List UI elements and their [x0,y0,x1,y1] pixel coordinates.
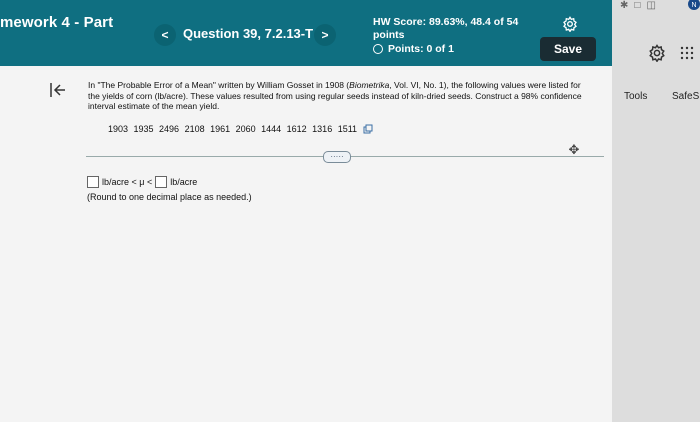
profile-avatar[interactable]: N [686,0,700,12]
lower-bound-input[interactable] [87,176,99,188]
assignment-title: mework 4 - Part [0,14,114,31]
rounding-note: (Round to one decimal place as needed.) [87,192,252,202]
sidebar-toggle-icon[interactable]: ◫ [646,0,655,11]
chevron-right-icon: > [321,28,329,42]
chevron-left-icon: < [161,28,169,42]
safes-label[interactable]: SafeS [672,91,699,102]
points-text: Points: 0 of 1 [388,43,454,55]
data-values: 1903 1935 2496 2108 1961 2060 1444 1612 … [108,124,358,134]
collapse-panel-button[interactable] [48,80,68,100]
tools-gear-icon[interactable] [648,44,666,62]
points-status: Points: 0 of 1 [373,43,454,55]
browser-toolbar-icons: ✱ □ ◫ [620,0,656,11]
answer-text-right: lb/acre [170,177,198,187]
copy-data-icon[interactable] [363,124,373,134]
avatar-letter: N [691,2,696,9]
question-label: Question 39, 7.2.13-T [183,26,314,41]
upper-bound-input[interactable] [155,176,168,188]
assignment-header: mework 4 - Part < Question 39, 7.2.13-T … [0,0,612,66]
answer-text-middle: lb/acre < μ < [102,177,153,187]
hw-score: HW Score: 89.63%, 48.4 of 54 points [373,16,519,41]
gear-icon [563,16,577,32]
window-icon[interactable]: □ [634,0,640,11]
previous-question-button[interactable]: < [154,24,176,46]
question-panel: In "The Probable Error of a Mean" writte… [0,66,612,422]
move-icon[interactable]: ✥ [567,142,581,157]
apps-grid-icon[interactable] [680,46,694,60]
browser-sidebar: ✱ □ ◫ [612,0,700,422]
prompt-journal: Biometrika [349,80,390,90]
prompt-text-1: In "The Probable Error of a Mean" writte… [88,80,350,90]
next-question-button[interactable]: > [314,24,336,46]
tools-label[interactable]: Tools [624,91,647,102]
data-values-row: 1903 1935 2496 2108 1961 2060 1444 1612 … [108,124,373,134]
points-circle-icon [373,44,383,54]
expand-more-button[interactable]: ····· [323,151,351,163]
extension-icon[interactable]: ✱ [620,0,628,11]
collapse-left-icon [50,83,65,97]
answer-row: lb/acre < μ < lb/acre [87,176,197,188]
settings-button[interactable] [560,14,580,34]
app-root: mework 4 - Part < Question 39, 7.2.13-T … [0,0,700,422]
save-button[interactable]: Save [540,37,596,61]
question-prompt: In "The Probable Error of a Mean" writte… [88,80,593,112]
